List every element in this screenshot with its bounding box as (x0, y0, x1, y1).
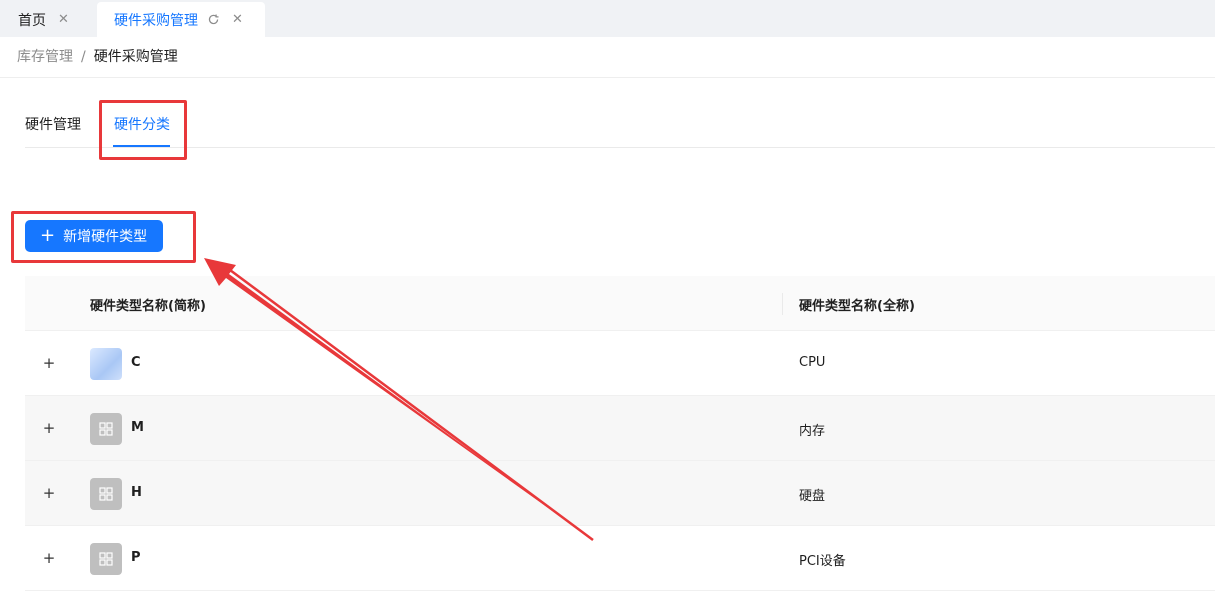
page-tab-home[interactable]: 首页 ✕ (0, 2, 90, 37)
page-tab-active-label: 硬件采购管理 (114, 12, 198, 29)
hardware-type-table: 硬件类型名称(简称) 硬件类型名称(全称) + C CPU + M 内存 + H… (25, 276, 1215, 591)
close-icon[interactable]: ✕ (58, 12, 69, 27)
expand-icon[interactable]: + (41, 484, 57, 502)
sub-tabs: 硬件管理 硬件分类 (25, 100, 1215, 148)
grid-icon (90, 478, 122, 510)
table-row[interactable]: + H 硬盘 (25, 461, 1215, 526)
short-name-cell: H (131, 485, 142, 500)
full-name-cell: PCI设备 (799, 554, 846, 569)
expand-icon[interactable]: + (41, 354, 57, 372)
page-tab-hardware-purchase[interactable]: 硬件采购管理 ✕ (97, 2, 265, 37)
expand-icon[interactable]: + (41, 419, 57, 437)
short-name-cell: P (131, 550, 141, 565)
table-header: 硬件类型名称(简称) 硬件类型名称(全称) (25, 276, 1215, 331)
image-thumbnail-icon (90, 348, 122, 380)
full-name-cell: 硬盘 (799, 489, 826, 504)
table-row[interactable]: + C CPU (25, 331, 1215, 396)
annotation-box-category-tab (99, 100, 187, 160)
full-name-cell: CPU (799, 355, 826, 370)
breadcrumb-separator: / (81, 49, 86, 65)
tab-hardware-management[interactable]: 硬件管理 (25, 116, 81, 134)
table-row[interactable]: + M 内存 (25, 396, 1215, 461)
grid-icon (90, 413, 122, 445)
annotation-box-add-button (11, 211, 196, 263)
close-icon[interactable]: ✕ (232, 12, 243, 27)
column-header-full-name: 硬件类型名称(全称) (799, 299, 915, 314)
column-header-short-name: 硬件类型名称(简称) (90, 299, 206, 314)
short-name-cell: C (131, 355, 141, 370)
short-name-cell: M (131, 420, 144, 435)
page-tab-bar: 首页 ✕ 硬件采购管理 ✕ (0, 0, 1215, 37)
full-name-cell: 内存 (799, 424, 826, 439)
column-divider (782, 293, 783, 315)
grid-icon (90, 543, 122, 575)
refresh-icon[interactable] (207, 13, 220, 26)
breadcrumb-parent[interactable]: 库存管理 (17, 49, 73, 65)
breadcrumb-current: 硬件采购管理 (93, 49, 178, 65)
expand-icon[interactable]: + (41, 549, 57, 567)
breadcrumb: 库存管理 / 硬件采购管理 (17, 48, 178, 66)
table-row[interactable]: + P PCI设备 (25, 526, 1215, 591)
page-tab-home-label: 首页 (18, 12, 46, 29)
header-divider (0, 77, 1215, 78)
